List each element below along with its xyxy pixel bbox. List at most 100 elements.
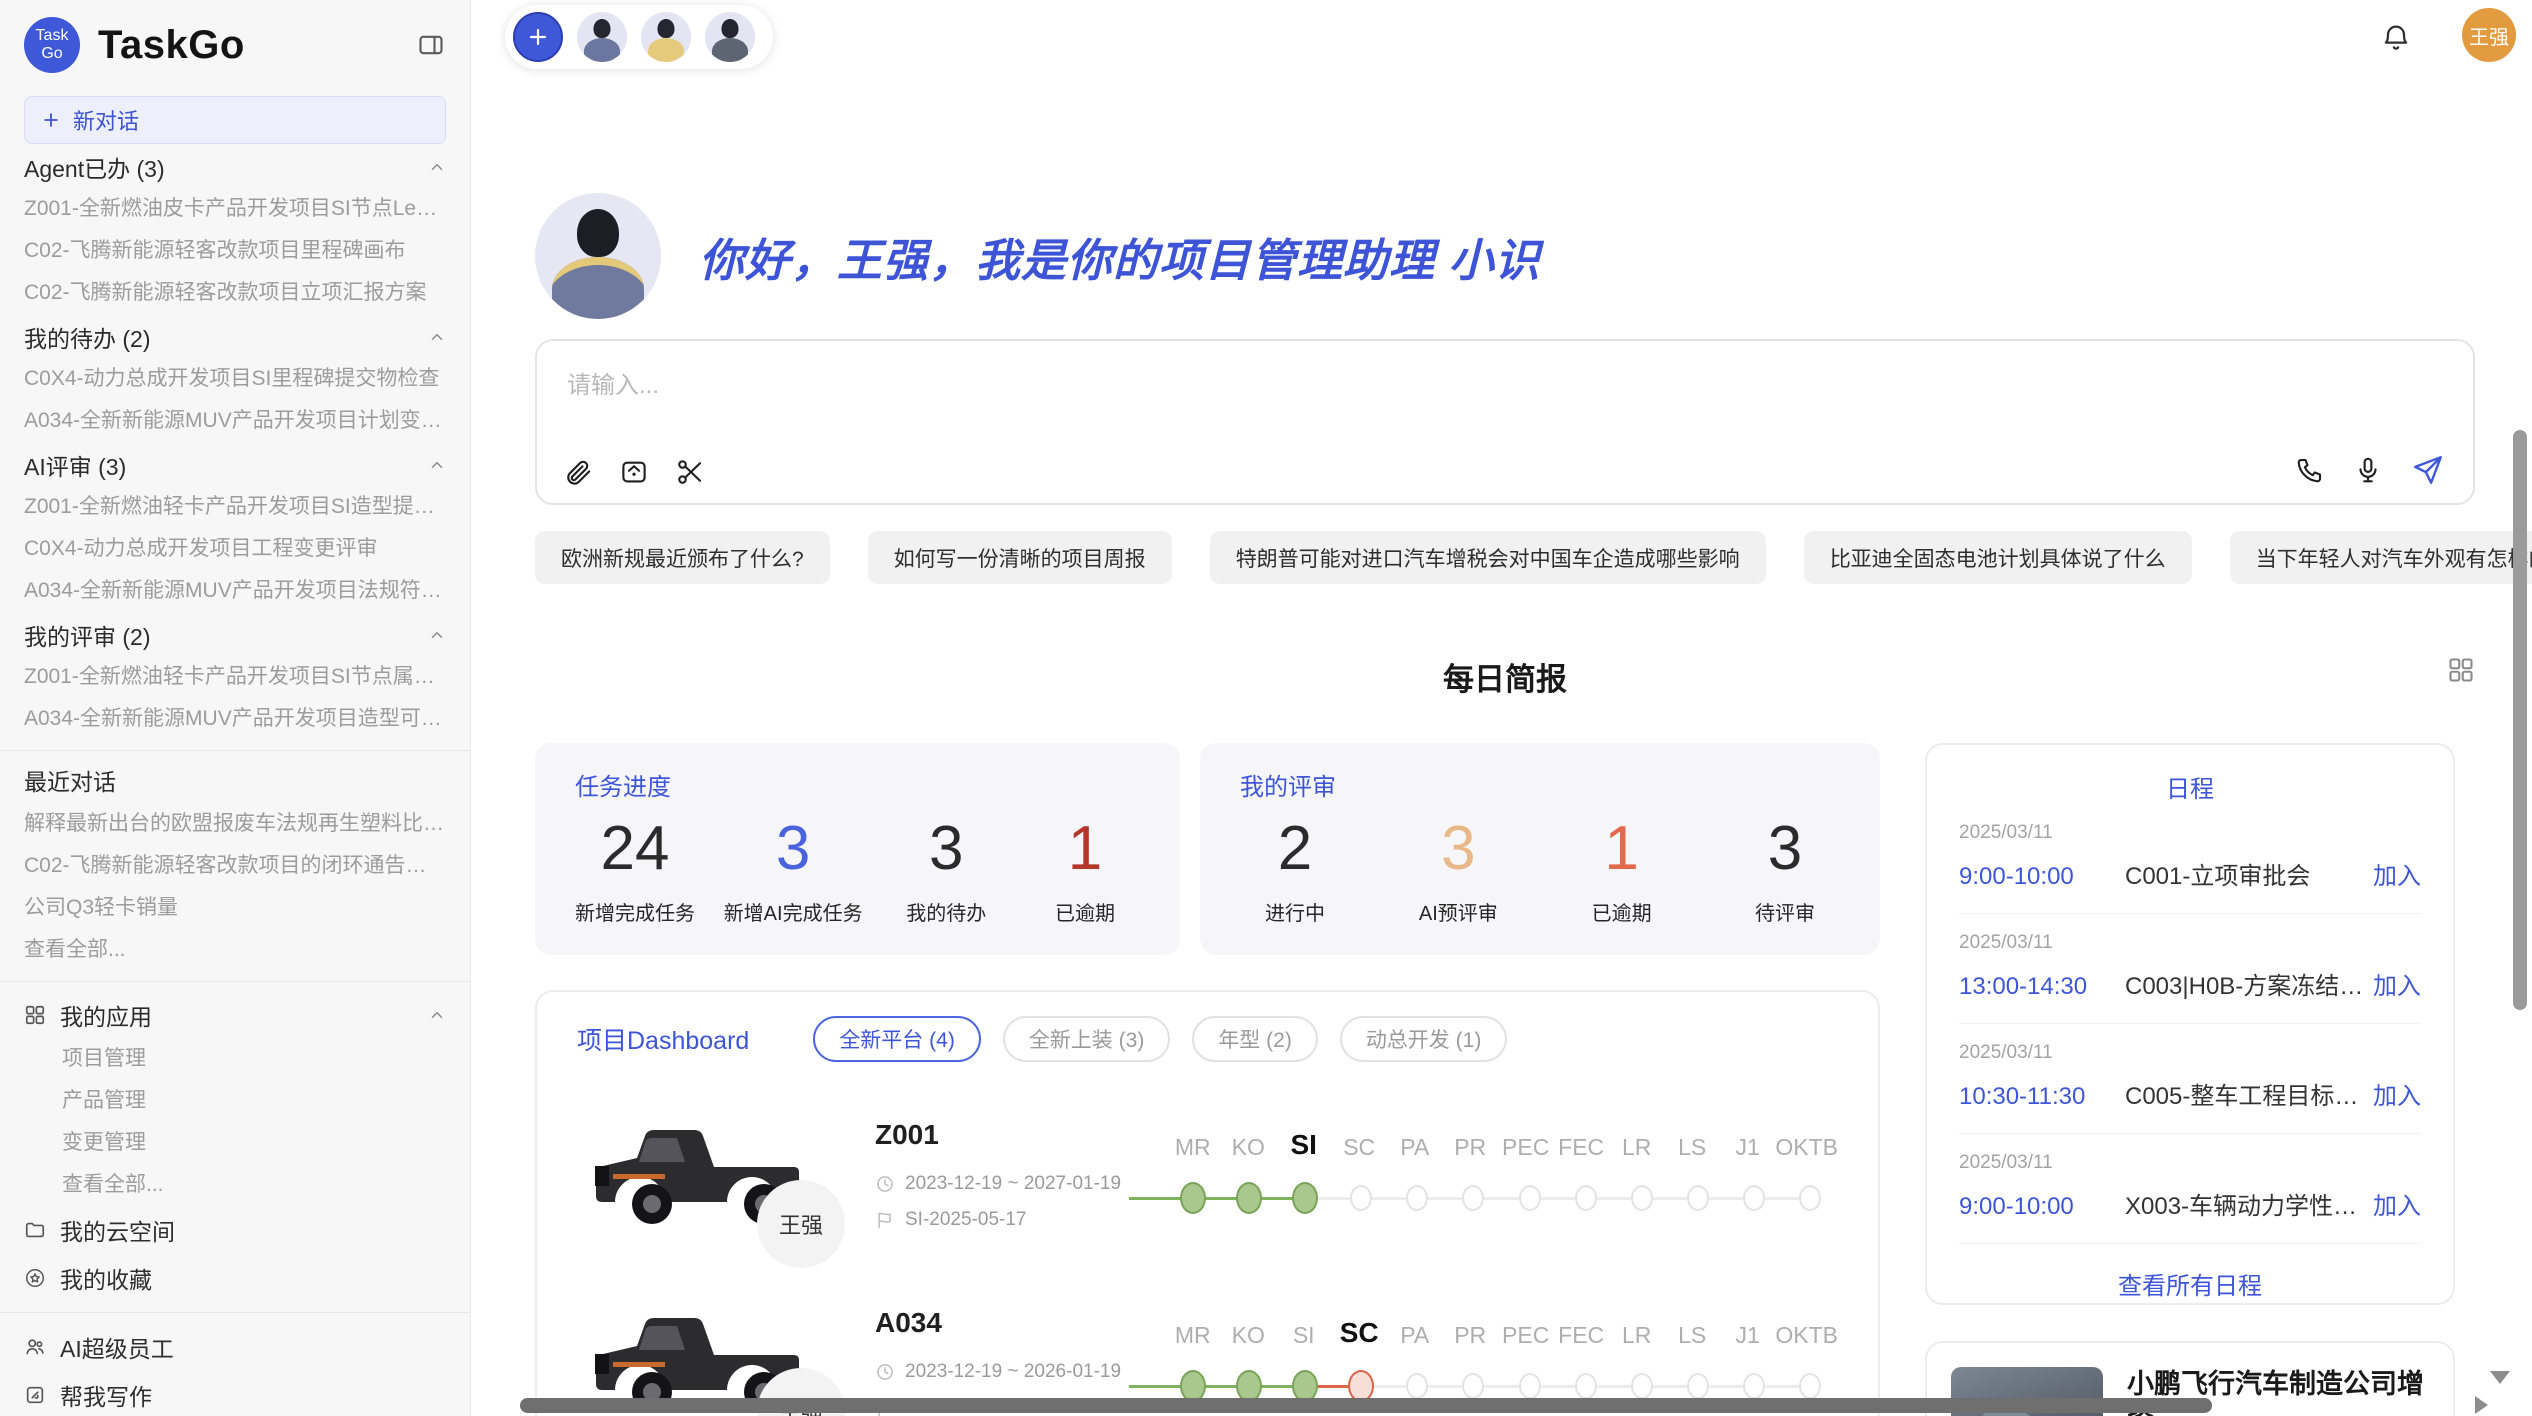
sidebar-task-item[interactable]: C0X4-动力总成开发项目工程变更评审 [24, 528, 446, 570]
sidebar-item-cloud-space[interactable]: 我的云空间 [24, 1206, 446, 1254]
schedule-event[interactable]: 2025/03/1113:00-14:30C003|H0B-方案冻结评审加入 [1959, 914, 2421, 1024]
dashboard-tab[interactable]: 动总开发 (1) [1340, 1016, 1508, 1062]
suggestion-chip[interactable]: 欧洲新规最近颁布了什么? [535, 531, 830, 584]
send-icon[interactable] [2411, 453, 2445, 487]
horizontal-scrollbar[interactable] [520, 1398, 2212, 1413]
recent-view-all-link[interactable]: 查看全部... [24, 929, 446, 971]
sidebar-item-help-me-write[interactable]: 帮我写作 [24, 1371, 446, 1416]
add-agent-button[interactable] [513, 12, 563, 62]
chevron-up-icon[interactable] [428, 158, 446, 176]
chevron-up-icon[interactable] [428, 456, 446, 474]
sidebar-collapse-button[interactable] [416, 31, 446, 59]
app-item[interactable]: 变更管理 [24, 1122, 446, 1164]
milestone-dot [1406, 1185, 1428, 1211]
agent-avatar-3[interactable] [705, 12, 755, 62]
stat-value: 2 [1240, 816, 1350, 881]
new-chat-button[interactable]: 新对话 [24, 96, 446, 144]
main-area: 王强 你好，王强，我是你的项目管理助理 小识 欧洲新规最近颁布了什么?如何写一份… [471, 0, 2532, 1416]
schedule-event[interactable]: 2025/03/1110:30-11:30C005-整车工程目标评审加入 [1959, 1024, 2421, 1134]
milestone-label: J1 [1720, 1134, 1775, 1161]
project-rows: 王强Z0012023-12-19 ~ 2027-01-19SI-2025-05-… [577, 1100, 1838, 1416]
project-row[interactable]: 王强Z0012023-12-19 ~ 2027-01-19SI-2025-05-… [577, 1100, 1838, 1250]
apps-view-all-link[interactable]: 查看全部... [24, 1164, 446, 1206]
brief-left-column: 任务进度24新增完成任务3新增AI完成任务3我的待办1已逾期我的评审2进行中3A… [535, 743, 1880, 1416]
daily-brief-header: 每日简报 [535, 654, 2475, 699]
event-time: 13:00-14:30 [1959, 973, 2125, 1001]
new-chat-label: 新对话 [73, 104, 139, 136]
sidebar-task-item[interactable]: Z001-全新燃油轻卡产品开发项目SI造型提交物评审 [24, 486, 446, 528]
dashboard-tab[interactable]: 年型 (2) [1192, 1016, 1318, 1062]
project-row[interactable]: 王强A0342023-12-19 ~ 2026-01-19SC-2025-05-… [577, 1288, 1838, 1416]
dashboard-tab[interactable]: 全新平台 (4) [813, 1016, 981, 1062]
project-code: Z001 [875, 1119, 1145, 1151]
sidebar-task-item[interactable]: A034-全新新能源MUV产品开发项目法规符合性评审 [24, 570, 446, 612]
phone-call-icon[interactable] [2295, 455, 2325, 485]
event-join-link[interactable]: 加入 [2373, 1076, 2421, 1111]
sidebar-group-header[interactable]: AI评审 (3) [24, 444, 446, 486]
milestone-dot [1687, 1373, 1709, 1399]
project-dates-text: 2023-12-19 ~ 2026-01-19 [905, 1361, 1121, 1383]
suggestion-chip[interactable]: 特朗普可能对进口汽车增税会对中国车企造成哪些影响 [1210, 531, 1766, 584]
main-content: 你好，王强，我是你的项目管理助理 小识 欧洲新规最近颁布了什么?如何写一份清晰的… [471, 0, 2532, 1416]
brief-layout-grid-icon[interactable] [2447, 656, 2475, 684]
agent-avatar-1[interactable] [577, 12, 627, 62]
stat-value: 3 [724, 816, 863, 881]
chevron-up-icon[interactable] [428, 328, 446, 346]
agent-avatar-2[interactable] [641, 12, 691, 62]
sidebar-task-item[interactable]: C02-飞腾新能源轻客改款项目立项汇报方案 [24, 272, 446, 314]
event-join-link[interactable]: 加入 [2373, 856, 2421, 891]
schedule-event[interactable]: 2025/03/119:00-10:00X003-车辆动力学性能验...加入 [1959, 1134, 2421, 1244]
chevron-up-icon[interactable] [428, 1006, 446, 1024]
scissors-icon[interactable] [675, 457, 705, 487]
event-join-link[interactable]: 加入 [2373, 966, 2421, 1001]
image-icon[interactable] [619, 457, 649, 487]
dashboard-tab[interactable]: 全新上装 (3) [1003, 1016, 1171, 1062]
sidebar-item-favorites[interactable]: 我的收藏 [24, 1254, 446, 1302]
sidebar-item-my-apps[interactable]: 我的应用 [24, 992, 446, 1038]
sidebar-task-item[interactable]: Z001-全新燃油轻卡产品开发项目SI节点属性5D文件评审 [24, 656, 446, 698]
recent-chat-item[interactable]: 解释最新出台的欧盟报废车法规再生塑料比例被调至15%... [24, 803, 446, 845]
suggestion-chip[interactable]: 比亚迪全固态电池计划具体说了什么 [1804, 531, 2192, 584]
project-flag: SI-2025-05-17 [875, 1209, 1145, 1231]
event-join-link[interactable]: 加入 [2373, 1186, 2421, 1221]
sidebar-task-item[interactable]: A034-全新新能源MUV产品开发项目造型可行性评审 [24, 698, 446, 740]
sidebar-task-item[interactable]: C0X4-动力总成开发项目SI里程碑提交物检查 [24, 358, 446, 400]
view-all-schedule-link[interactable]: 查看所有日程 [1959, 1266, 2421, 1301]
sidebar-group-title: AI评审 (3) [24, 448, 126, 482]
stat: 3新增AI完成任务 [724, 816, 863, 926]
my-apps-label: 我的应用 [60, 998, 152, 1032]
chat-input[interactable] [537, 341, 2473, 503]
milestone-dot [1236, 1182, 1262, 1214]
recent-chat-item[interactable]: C02-飞腾新能源轻客改款项目的闭环通告反馈情况 [24, 845, 446, 887]
suggestion-chip[interactable]: 当下年轻人对汽车外观有怎样的喜好趋势 [2230, 531, 2532, 584]
sidebar-group-header[interactable]: Agent已办 (3) [24, 146, 446, 188]
sidebar-task-item[interactable]: Z001-全新燃油皮卡产品开发项目SI节点Lesson Learn报告 [24, 188, 446, 230]
stat-value: 3 [1730, 816, 1840, 881]
event-date: 2025/03/11 [1959, 1152, 2421, 1174]
stat-card: 任务进度24新增完成任务3新增AI完成任务3我的待办1已逾期 [535, 743, 1180, 955]
sidebar-group-header[interactable]: 我的评审 (2) [24, 614, 446, 656]
event-date: 2025/03/11 [1959, 932, 2421, 954]
sidebar-task-item[interactable]: A034-全新新能源MUV产品开发项目计划变更表编写 [24, 400, 446, 442]
scroll-right-arrow-icon[interactable] [2475, 1396, 2488, 1414]
event-name: C001-立项审批会 [2125, 856, 2373, 891]
scroll-down-arrow-icon[interactable] [2490, 1371, 2510, 1384]
favorites-label: 我的收藏 [60, 1261, 152, 1295]
recent-chat-item[interactable]: 公司Q3轻卡销量 [24, 887, 446, 929]
project-info: Z0012023-12-19 ~ 2027-01-19SI-2025-05-17 [875, 1119, 1145, 1231]
microphone-icon[interactable] [2353, 455, 2383, 485]
app-item[interactable]: 产品管理 [24, 1080, 446, 1122]
schedule-event[interactable]: 2025/03/119:00-10:00C001-立项审批会加入 [1959, 804, 2421, 914]
suggestion-chip[interactable]: 如何写一份清晰的项目周报 [868, 531, 1172, 584]
vertical-scrollbar[interactable] [2513, 430, 2527, 1010]
event-time: 9:00-10:00 [1959, 863, 2125, 891]
sidebar-task-item[interactable]: C02-飞腾新能源轻客改款项目里程碑画布 [24, 230, 446, 272]
stat-value: 1 [1567, 816, 1677, 881]
attachment-paperclip-icon[interactable] [563, 457, 593, 487]
event-name: X003-车辆动力学性能验... [2125, 1186, 2373, 1221]
chevron-up-icon[interactable] [428, 626, 446, 644]
app-item[interactable]: 项目管理 [24, 1038, 446, 1080]
sidebar-item-ai-super-staff[interactable]: AI超级员工 [24, 1323, 446, 1371]
sidebar-group-header[interactable]: 我的待办 (2) [24, 316, 446, 358]
suggestion-chips: 欧洲新规最近颁布了什么? 如何写一份清晰的项目周报特朗普可能对进口汽车增税会对中国… [535, 531, 2475, 584]
